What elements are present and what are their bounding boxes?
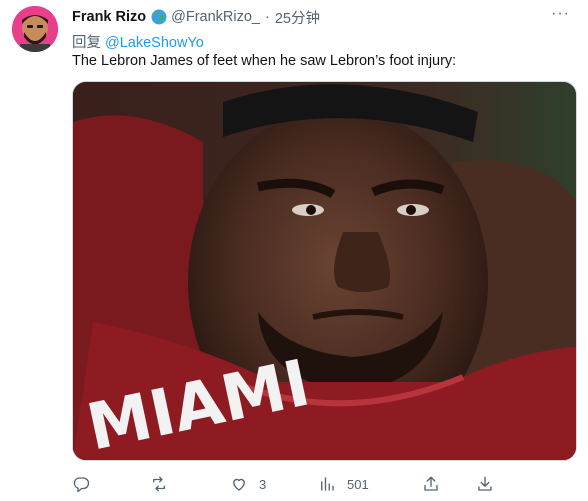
separator-dot: · (264, 9, 270, 25)
like-count: 3 (259, 476, 267, 492)
more-icon[interactable]: ··· (551, 6, 570, 22)
author-name[interactable]: Frank Rizo (72, 9, 146, 25)
reply-icon (73, 477, 90, 493)
tweet-image[interactable]: MIAMI (72, 81, 577, 461)
share-button[interactable] (422, 473, 440, 495)
reply-context: 回复 @LakeShowYo (72, 31, 204, 52)
timestamp[interactable]: 25分钟 (275, 7, 320, 28)
reply-prefix: 回复 (72, 35, 101, 51)
tweet-text: The Lebron James of feet when he saw Leb… (72, 53, 457, 69)
like-button[interactable]: 3 (230, 473, 266, 495)
avatar-illustration (12, 6, 58, 52)
reply-button[interactable] (72, 473, 101, 495)
author-handle[interactable]: @FrankRizo_ (171, 9, 260, 25)
views-icon (321, 477, 334, 491)
view-count: 501 (347, 476, 369, 492)
download-icon (478, 476, 492, 491)
retweet-button[interactable] (150, 473, 179, 495)
retweet-icon (153, 476, 165, 492)
like-icon (233, 478, 245, 491)
avatar[interactable] (12, 6, 58, 52)
player-photo: MIAMI (73, 82, 576, 460)
tweet-header: Frank Rizo @FrankRizo_ · 25分钟 (72, 7, 320, 27)
globe-icon (151, 9, 167, 25)
reply-mention-link[interactable]: @LakeShowYo (105, 35, 204, 51)
share-icon (424, 476, 438, 491)
download-button[interactable] (476, 473, 494, 495)
views-button[interactable]: 501 (318, 473, 369, 495)
action-bar: 3 501 (72, 473, 577, 495)
